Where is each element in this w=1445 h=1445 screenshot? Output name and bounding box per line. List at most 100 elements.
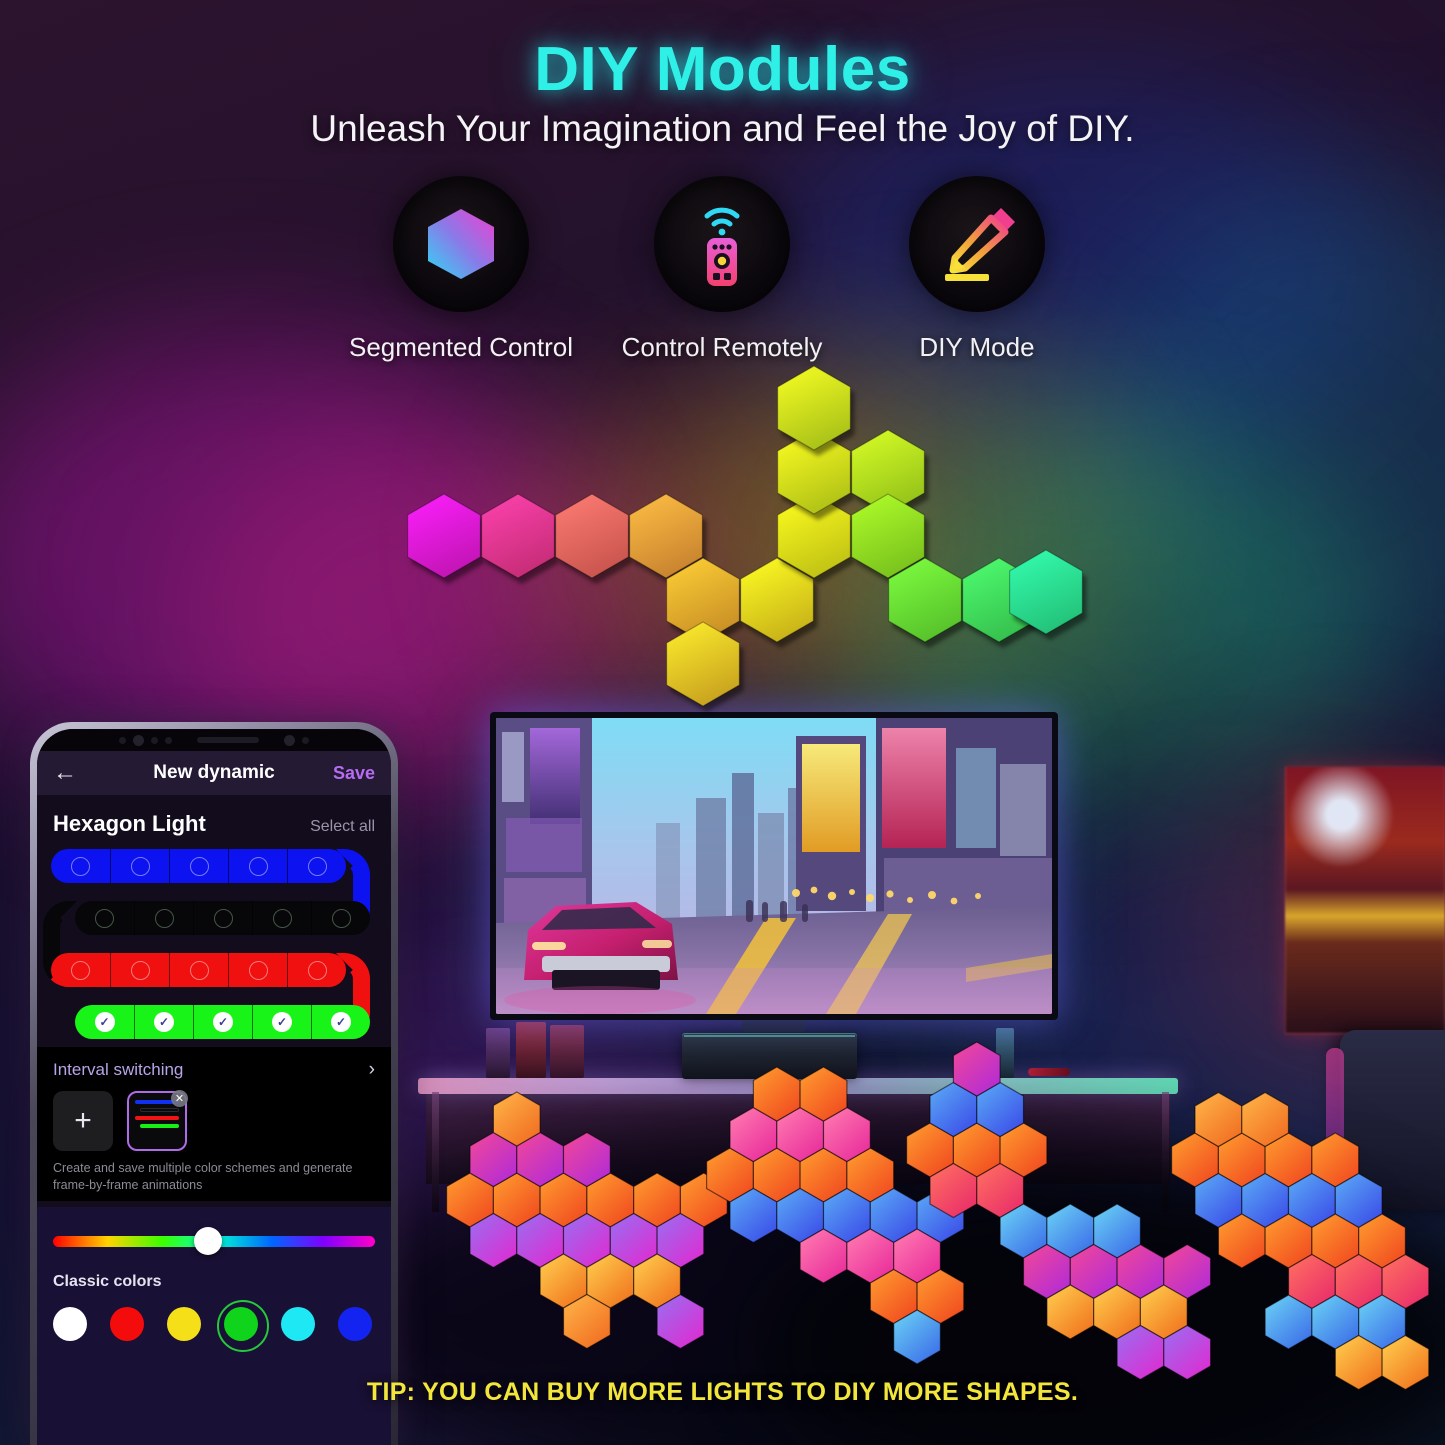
segment-dot-icon: [248, 960, 268, 980]
color-swatch-green[interactable]: [217, 1300, 269, 1352]
desk-leg-left: [432, 1092, 439, 1212]
phone-top-bezel: [37, 729, 391, 751]
light-segment[interactable]: [228, 849, 287, 883]
select-all-button[interactable]: Select all: [310, 818, 375, 836]
gaming-chair: [1326, 1030, 1445, 1210]
check-icon: ✓: [272, 1012, 292, 1032]
segment-row[interactable]: ✓ ✓ ✓ ✓ ✓: [75, 1005, 370, 1039]
light-segment[interactable]: ✓: [311, 1005, 370, 1039]
light-segment[interactable]: ✓: [193, 1005, 252, 1039]
interval-header[interactable]: Interval switching ›: [53, 1059, 375, 1081]
segment-dot-icon: [331, 908, 351, 928]
light-segment[interactable]: ✓: [252, 1005, 311, 1039]
segment-dot-icon: [71, 960, 90, 980]
light-segment[interactable]: ✓: [75, 1005, 134, 1039]
feature-icon-circle-2: [654, 176, 790, 312]
light-segment[interactable]: [193, 901, 252, 935]
light-segment[interactable]: [169, 953, 228, 987]
segment-dot-icon: [272, 908, 292, 928]
wall-poster: [1285, 766, 1445, 1034]
segment-dot-icon: [154, 908, 174, 928]
television: [490, 712, 1058, 1020]
segment-strip-editor[interactable]: ✓ ✓ ✓ ✓ ✓: [43, 849, 377, 1059]
tip-text: TIP: YOU CAN BUY MORE LIGHTS TO DIY MORE…: [366, 1378, 1079, 1406]
light-segment[interactable]: [311, 901, 370, 935]
light-segment[interactable]: [51, 849, 110, 883]
desk-body: [426, 1092, 1170, 1184]
front-camera-icon: [133, 734, 144, 746]
feature-icon-circle-1: [393, 176, 529, 312]
saved-scheme-thumbnail[interactable]: ✕: [127, 1090, 188, 1151]
feature-diy-mode: DIY Mode: [862, 176, 1092, 363]
feature-label-1: Segmented Control: [348, 332, 574, 362]
tv-content-cyberpunk-city: [496, 718, 1052, 1014]
collectible-2: [516, 1022, 546, 1078]
app-header: ← New dynamic Save: [37, 751, 391, 795]
scheme-mini-row-3: [135, 1116, 179, 1120]
color-swatch-blue[interactable]: [338, 1307, 372, 1341]
pencil-icon: [945, 208, 1015, 281]
check-icon: ✓: [213, 1012, 233, 1032]
segment-dot-icon: [307, 960, 327, 980]
segment-dot-icon: [189, 960, 209, 980]
segment-dot-icon: [213, 908, 233, 928]
device-section-header: Hexagon Light Select all: [37, 795, 391, 845]
add-scheme-button[interactable]: +: [53, 1091, 113, 1151]
page-title: DIY Modules: [534, 35, 911, 104]
scheme-tiles: + ✕: [53, 1090, 375, 1151]
back-arrow-icon[interactable]: ←: [53, 761, 77, 785]
classic-colors-label: Classic colors: [53, 1273, 162, 1290]
scheme-mini-row-2: [140, 1108, 179, 1112]
segment-row[interactable]: [51, 849, 346, 883]
interval-switching-section: Interval switching › + ✕ Create and save…: [37, 1047, 391, 1201]
tv-screen: [496, 718, 1052, 1014]
color-swatch-red[interactable]: [110, 1307, 144, 1341]
feature-control-remotely: Control Remotely: [607, 176, 837, 363]
light-segment[interactable]: [110, 953, 169, 987]
color-swatch-yellow[interactable]: [167, 1307, 201, 1341]
light-segment[interactable]: [134, 901, 193, 935]
color-swatch-white[interactable]: [53, 1307, 87, 1341]
remote-control-icon: [704, 207, 740, 286]
feature-icon-circle-3: [909, 176, 1045, 312]
light-sensor-icon: [151, 736, 158, 744]
interval-description: Create and save multiple color schemes a…: [53, 1161, 353, 1192]
light-segment[interactable]: ✓: [134, 1005, 193, 1039]
check-icon: ✓: [331, 1012, 351, 1032]
light-segment[interactable]: [169, 849, 228, 883]
proximity-sensor-icon: [119, 736, 126, 744]
chevron-right-icon[interactable]: ›: [369, 1059, 375, 1081]
feature-segmented-control: Segmented Control: [346, 176, 576, 363]
extra-sensor-icon: [302, 736, 309, 744]
tv-stand: [742, 1020, 806, 1032]
hue-slider-thumb[interactable]: [193, 1227, 222, 1255]
hue-slider[interactable]: [53, 1227, 375, 1255]
segment-dot-icon: [130, 856, 150, 876]
color-swatch-cyan[interactable]: [281, 1307, 315, 1341]
segment-dot-icon: [71, 856, 90, 876]
light-segment[interactable]: [110, 849, 169, 883]
page-subtitle: Unleash Your Imagination and Feel the Jo…: [310, 108, 1135, 149]
light-segment[interactable]: [75, 901, 134, 935]
desk-surface: [418, 1078, 1178, 1094]
light-segment[interactable]: [228, 953, 287, 987]
collectible-1: [486, 1028, 510, 1078]
app-body: Hexagon Light Select all ✓ ✓ ✓ ✓ ✓ Interval …: [37, 795, 391, 1445]
classic-color-swatches: [53, 1300, 375, 1352]
save-button[interactable]: Save: [333, 763, 375, 784]
scheme-mini-row-4: [140, 1124, 179, 1128]
check-icon: ✓: [154, 1012, 174, 1032]
close-icon[interactable]: ✕: [171, 1090, 188, 1107]
phone-screen: ← New dynamic Save Hexagon Light Select …: [37, 729, 391, 1445]
segment-row[interactable]: [51, 953, 346, 987]
ir-sensor-icon: [165, 736, 172, 744]
check-icon: ✓: [94, 1012, 115, 1032]
smartphone: ← New dynamic Save Hexagon Light Select …: [30, 722, 398, 1445]
light-segment[interactable]: [51, 953, 110, 987]
segment-row[interactable]: [75, 901, 370, 935]
feature-label-2: Control Remotely: [621, 332, 823, 362]
feature-label-3: DIY Mode: [919, 332, 1035, 362]
hexagon-icon: [428, 209, 494, 279]
device-name: Hexagon Light: [53, 811, 206, 836]
light-segment[interactable]: [252, 901, 311, 935]
